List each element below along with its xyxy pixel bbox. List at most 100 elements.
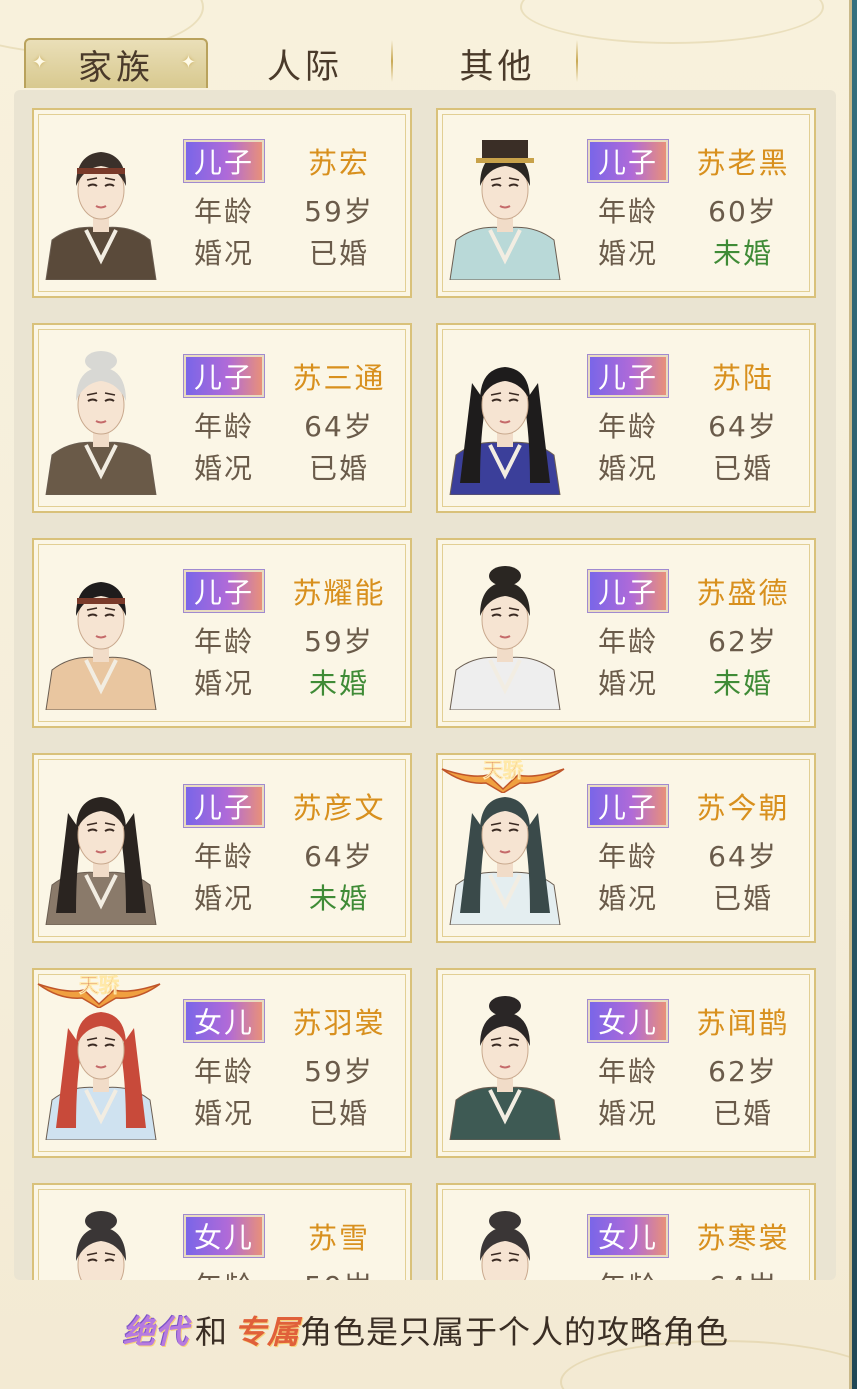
age-value: 59岁 [304,195,374,228]
age-label: 年龄 [193,410,254,443]
portrait-illustration [42,1203,160,1280]
member-portrait [42,558,160,710]
tab-family-label: 家族 [78,47,154,88]
age-value: 62岁 [708,625,778,658]
tab-family[interactable]: ✦ 家族 ✦ [24,38,208,88]
marriage-value: 已婚 [712,452,773,485]
age-value: 64岁 [304,840,374,873]
portrait-illustration [42,988,160,1140]
member-name: 苏彦文 [292,791,386,825]
marriage-value: 已婚 [308,237,369,270]
marriage-label: 婚况 [597,452,658,485]
member-name: 苏三通 [292,361,386,395]
age-label: 年龄 [193,1055,254,1088]
member-card[interactable]: 女儿苏寒裳年龄64岁婚况 [436,1183,816,1280]
footer-note: 绝代 和 专属 角色是只属于个人的攻略角色 [0,1300,849,1360]
sparkle-icon: ✦ [180,52,200,73]
tab-divider [391,40,393,82]
portrait-illustration [446,343,564,495]
marriage-value: 已婚 [308,452,369,485]
marriage-label: 婚况 [193,667,254,700]
member-card[interactable]: 天骄 儿子 苏今朝 年龄 64岁 婚况 已婚 [436,753,816,943]
marriage-label: 婚况 [193,237,254,270]
age-value: 60岁 [708,195,778,228]
relation-badge: 女儿 [184,1215,264,1257]
relation-badge: 儿子 [588,785,668,827]
age-label: 年龄 [597,840,658,873]
marriage-label: 婚况 [597,1097,658,1130]
portrait-illustration [446,128,564,280]
member-card[interactable]: 儿子 苏彦文 年龄 64岁 婚况 未婚 [32,753,412,943]
member-card[interactable]: 儿子 苏陆 年龄 64岁 婚况 已婚 [436,323,816,513]
age-value: 59岁 [274,1265,404,1280]
marriage-value: 未婚 [712,667,773,700]
marriage-value: 未婚 [308,882,369,915]
member-portrait [446,128,564,280]
age-label: 年龄 [193,840,254,873]
member-name: 苏闻鹊 [696,1006,790,1040]
age-value: 62岁 [708,1055,778,1088]
member-name: 苏耀能 [292,576,386,610]
portrait-illustration [42,773,160,925]
marriage-label: 婚况 [597,882,658,915]
member-name: 苏羽裳 [292,1006,386,1040]
keyword-juedai: 绝代 [122,1313,189,1351]
member-name: 苏陆 [711,361,774,395]
member-portrait [446,773,564,925]
portrait-illustration [42,343,160,495]
portrait-illustration [446,988,564,1140]
age-value: 59岁 [304,1055,374,1088]
member-portrait [446,558,564,710]
member-portrait [42,343,160,495]
member-card[interactable]: 儿子 苏盛德 年龄 62岁 婚况 未婚 [436,538,816,728]
member-portrait [446,988,564,1140]
relation-badge: 女儿 [588,1000,668,1042]
member-portrait [42,1203,160,1280]
tianjiao-badge: 天骄 [34,970,164,1009]
relation-badge: 儿子 [184,355,264,397]
member-list[interactable]: 儿子 苏宏 年龄 59岁 婚况 已婚 儿子 苏老黑 年龄 60岁 婚况 未婚 儿子 苏三通 年龄 64岁 婚况已… [14,90,836,1280]
portrait-illustration [446,558,564,710]
member-card[interactable]: 女儿 苏闻鹊 年龄 62岁 婚况 已婚 [436,968,816,1158]
member-portrait [42,988,160,1140]
age-label: 年龄 [184,1265,264,1280]
marriage-value: 已婚 [308,1097,369,1130]
age-value: 59岁 [304,625,374,658]
member-card[interactable]: 儿子 苏三通 年龄 64岁 婚况 已婚 [32,323,412,513]
relation-badge: 女儿 [588,1215,668,1257]
keyword-zhuanshu: 专属 [234,1313,301,1351]
member-card[interactable]: 儿子 苏老黑 年龄 60岁 婚况 未婚 [436,108,816,298]
member-card[interactable]: 天骄女儿 苏羽裳年龄 59岁婚况 已婚 [32,968,412,1158]
footer-text: 角色是只属于个人的攻略角色 [300,1313,730,1351]
age-label: 年龄 [193,625,254,658]
svg-text:天骄: 天骄 [79,973,120,997]
tab-relations[interactable]: 人际 [220,38,390,88]
background-strip [852,0,857,1389]
member-name: 苏寒裳 [696,1221,790,1255]
age-value: 64岁 [708,410,778,443]
member-card[interactable]: 女儿苏雪年龄59岁婚况 [32,1183,412,1280]
tab-relations-label: 人际 [267,46,343,87]
portrait-illustration [446,773,564,925]
relation-badge: 儿子 [588,355,668,397]
age-label: 年龄 [588,1265,668,1280]
tianjiao-badge: 天骄 [438,755,568,794]
member-portrait [42,128,160,280]
relation-badge: 儿子 [184,570,264,612]
marriage-label: 婚况 [193,1097,254,1130]
tab-other-label: 其他 [459,46,536,87]
member-portrait [42,773,160,925]
family-panel: ✦ 家族 ✦ 人际 其他 儿子 苏宏 年龄 59岁 婚况 已婚 儿子 苏老黑 年龄 60岁 婚况 未婚… [0,0,852,1389]
member-card[interactable]: 儿子 苏宏 年龄 59岁 婚况 已婚 [32,108,412,298]
tab-other[interactable]: 其他 [405,38,590,88]
age-label: 年龄 [597,1055,658,1088]
marriage-label: 婚况 [193,452,254,485]
relation-badge: 女儿 [184,1000,264,1042]
member-name: 苏老黑 [696,146,790,180]
portrait-illustration [42,128,160,280]
member-name: 苏宏 [307,146,370,180]
marriage-label: 婚况 [597,667,658,700]
relation-badge: 儿子 [184,785,264,827]
member-name: 苏盛德 [696,576,790,610]
member-card[interactable]: 儿子 苏耀能 年龄 59岁 婚况 未婚 [32,538,412,728]
